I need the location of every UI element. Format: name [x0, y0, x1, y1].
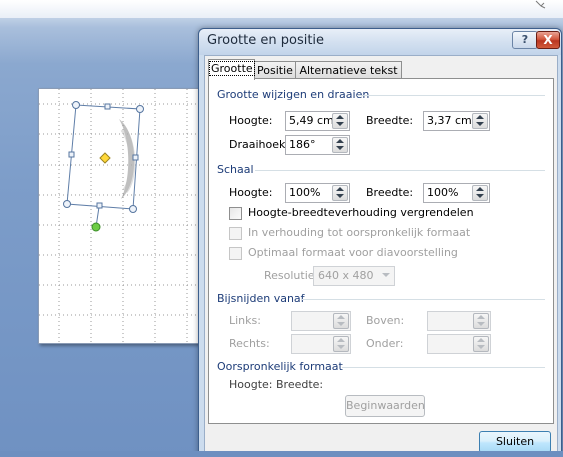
- section-size-rotate-title: Grootte wijzigen en draaien: [217, 88, 370, 101]
- resolution-value: 640 x 480: [318, 269, 374, 282]
- lock-aspect-label[interactable]: Hoogte-breedteverhouding vergrendelen: [248, 206, 474, 219]
- close-window-button[interactable]: X: [536, 31, 560, 49]
- width-value: 3,37 cm: [427, 114, 472, 127]
- crop-right-label: Rechts:: [229, 337, 270, 350]
- chevron-down-icon: [379, 268, 393, 282]
- help-button[interactable]: ?: [512, 31, 538, 49]
- tab-grootte[interactable]: Grootte: [208, 59, 255, 80]
- reset-button[interactable]: Beginwaarden: [345, 395, 425, 417]
- spinner-arrows-icon[interactable]: [332, 137, 348, 153]
- resolution-select[interactable]: 640 x 480: [313, 266, 395, 286]
- slide-drawing: [39, 89, 205, 343]
- size-position-dialog: Grootte en positie ? X Grootte Positie A…: [198, 28, 562, 457]
- width-spinner[interactable]: 3,37 cm: [423, 111, 490, 131]
- divider: [342, 367, 545, 368]
- crop-right-spinner[interactable]: [291, 334, 351, 354]
- rotation-spinner[interactable]: 186°: [285, 135, 350, 155]
- dialog-client: Grootte Positie Alternatieve tekst Groot…: [204, 55, 558, 453]
- dialog-title: Grootte en positie: [207, 33, 325, 48]
- rotate-handle: [91, 222, 101, 232]
- spinner-arrows-icon[interactable]: [333, 313, 349, 329]
- tab-positie[interactable]: Positie: [254, 61, 296, 79]
- dialog-titlebar[interactable]: Grootte en positie ? X: [199, 29, 561, 55]
- tab-alternatieve-tekst[interactable]: Alternatieve tekst: [295, 61, 402, 79]
- scale-height-value: 100%: [289, 186, 321, 199]
- scale-width-spinner[interactable]: 100%: [423, 183, 490, 203]
- spinner-arrows-icon[interactable]: [472, 113, 488, 129]
- slide-canvas[interactable]: [38, 88, 206, 344]
- spinner-arrows-icon[interactable]: [473, 336, 489, 352]
- best-scale-checkbox[interactable]: [229, 247, 242, 260]
- scale-width-label: Breedte:: [366, 186, 414, 199]
- top-strip: [0, 0, 563, 18]
- adjust-handle: [99, 152, 111, 164]
- height-label: Hoogte:: [229, 114, 273, 127]
- spinner-arrows-icon[interactable]: [333, 336, 349, 352]
- relative-original-checkbox[interactable]: [229, 227, 242, 240]
- scale-width-value: 100%: [427, 186, 459, 199]
- crop-left-spinner[interactable]: [291, 311, 351, 331]
- resolution-label: Resolutie: [264, 269, 315, 282]
- divider: [357, 95, 545, 96]
- height-value: 5,49 cm: [289, 114, 334, 127]
- bottom-bar: [0, 451, 563, 457]
- scale-height-spinner[interactable]: 100%: [285, 183, 350, 203]
- crop-left-label: Links:: [229, 314, 261, 327]
- scale-height-label: Hoogte:: [229, 186, 273, 199]
- spinner-arrows-icon[interactable]: [332, 113, 348, 129]
- section-crop-title: Bijsnijden vanaf: [217, 292, 305, 305]
- grootte-panel: Grootte wijzigen en draaien Hoogte: 5,49…: [208, 78, 554, 424]
- slide-gridlines: [39, 89, 205, 343]
- spinner-arrows-icon[interactable]: [473, 313, 489, 329]
- crop-top-label: Boven:: [366, 314, 405, 327]
- rotation-value: 186°: [289, 138, 316, 151]
- height-spinner[interactable]: 5,49 cm: [285, 111, 350, 131]
- divider: [302, 299, 545, 300]
- crop-bottom-label: Onder:: [366, 337, 404, 350]
- rotation-label: Draaihoek:: [229, 138, 290, 151]
- section-original-title: Oorspronkelijk formaat: [217, 360, 343, 373]
- spinner-arrows-icon[interactable]: [472, 185, 488, 201]
- crop-bottom-spinner[interactable]: [427, 334, 491, 354]
- best-scale-label: Optimaal formaat voor diavoorstelling: [248, 246, 458, 259]
- crop-top-spinner[interactable]: [427, 311, 491, 331]
- sluiten-button[interactable]: Sluiten: [479, 431, 551, 453]
- original-size-info: Hoogte: Breedte:: [229, 378, 324, 391]
- width-label: Breedte:: [366, 114, 414, 127]
- cursor-icon: [535, 0, 546, 9]
- lock-aspect-checkbox[interactable]: [229, 207, 242, 220]
- relative-original-label: In verhouding tot oorspronkelijk formaat: [248, 226, 471, 239]
- section-scale-title: Schaal: [217, 163, 254, 176]
- spinner-arrows-icon[interactable]: [332, 185, 348, 201]
- divider: [255, 170, 545, 171]
